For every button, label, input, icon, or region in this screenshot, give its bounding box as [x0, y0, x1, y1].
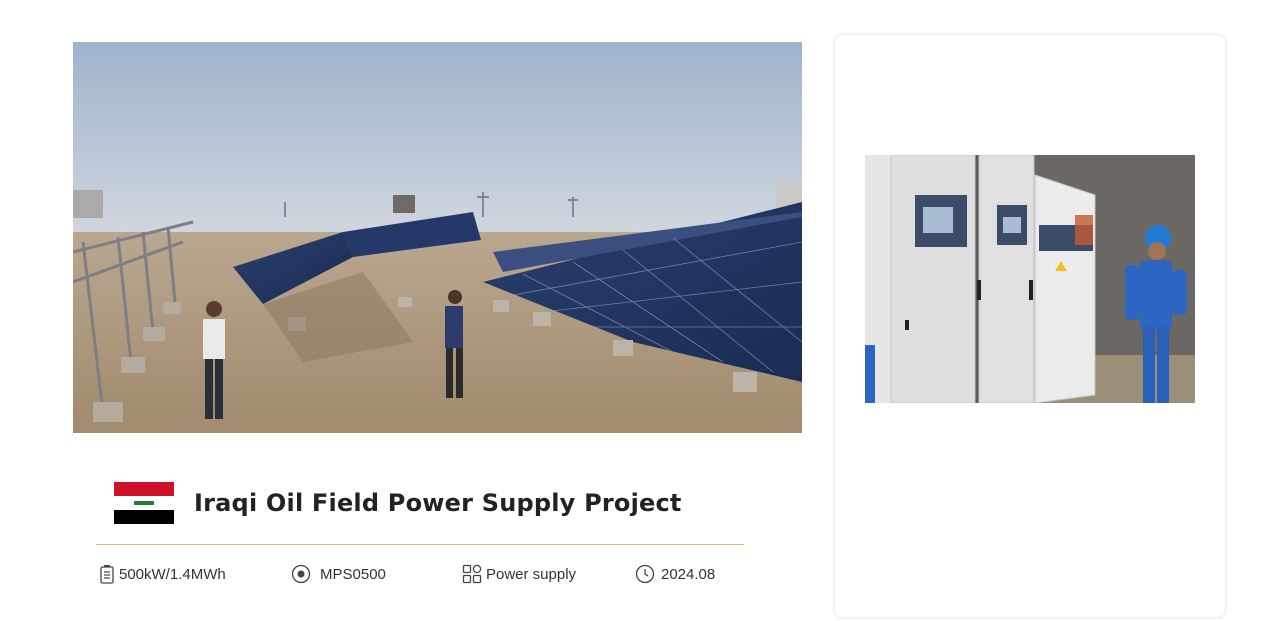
battery-icon [99, 564, 115, 584]
spec-model-label: MPS0500 [320, 565, 386, 583]
inverter-room-illustration [865, 155, 1195, 403]
project-title: Iraqi Oil Field Power Supply Project [194, 489, 682, 517]
spec-date: 2024.08 [635, 561, 715, 587]
spec-application: Power supply [462, 561, 576, 587]
clock-icon [635, 564, 655, 584]
project-title-row: Iraqi Oil Field Power Supply Project [114, 481, 682, 525]
title-divider [96, 544, 744, 545]
solar-field-photo [73, 42, 802, 433]
iraq-flag-icon [114, 482, 174, 524]
inverter-cabinet-photo [865, 155, 1195, 403]
spec-application-label: Power supply [486, 565, 577, 583]
solar-field-illustration [73, 42, 802, 433]
spec-date-label: 2024.08 [661, 565, 716, 583]
spec-capacity: 500kW/1.4MWh [99, 561, 226, 587]
spec-model: MPS0500 [291, 561, 386, 587]
spec-capacity-label: 500kW/1.4MWh [119, 565, 226, 583]
model-disc-icon [291, 564, 311, 584]
grid-icon [462, 564, 484, 584]
